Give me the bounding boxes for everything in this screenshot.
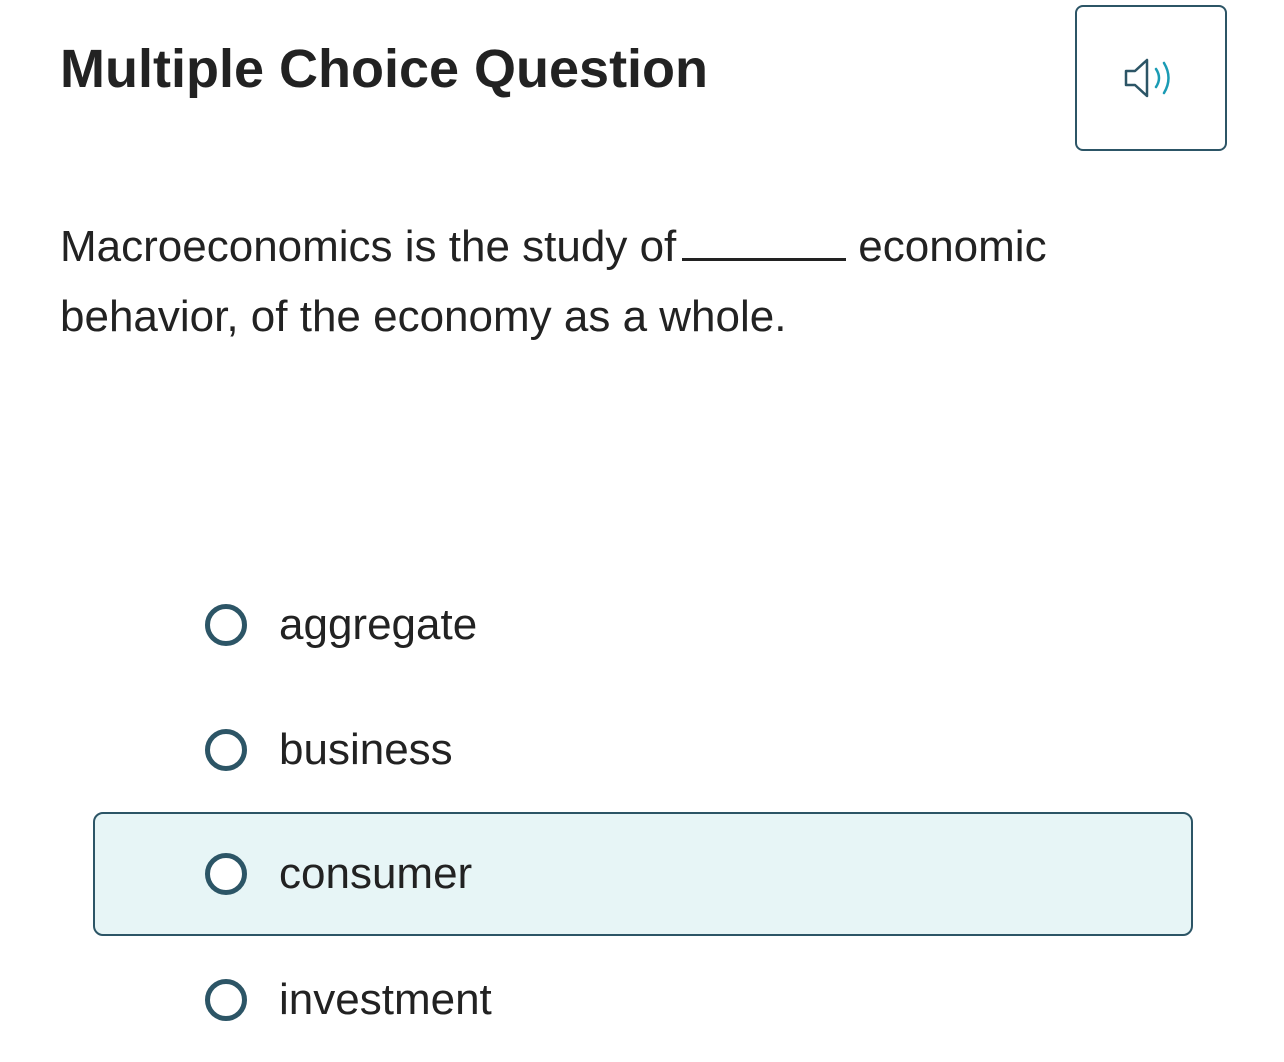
option-label: consumer: [279, 849, 473, 898]
option-label: business: [279, 725, 453, 774]
radio-button[interactable]: [205, 853, 247, 895]
radio-button[interactable]: [205, 729, 247, 771]
option-investment[interactable]: investment: [93, 938, 1193, 1062]
option-consumer[interactable]: consumer: [93, 812, 1193, 936]
option-business[interactable]: business: [93, 688, 1193, 812]
option-label: aggregate: [279, 600, 478, 649]
option-label: investment: [279, 975, 492, 1024]
answer-options: aggregate business consumer investment: [0, 0, 1284, 1057]
radio-button[interactable]: [205, 979, 247, 1021]
radio-button[interactable]: [205, 604, 247, 646]
option-aggregate[interactable]: aggregate: [93, 563, 1193, 687]
